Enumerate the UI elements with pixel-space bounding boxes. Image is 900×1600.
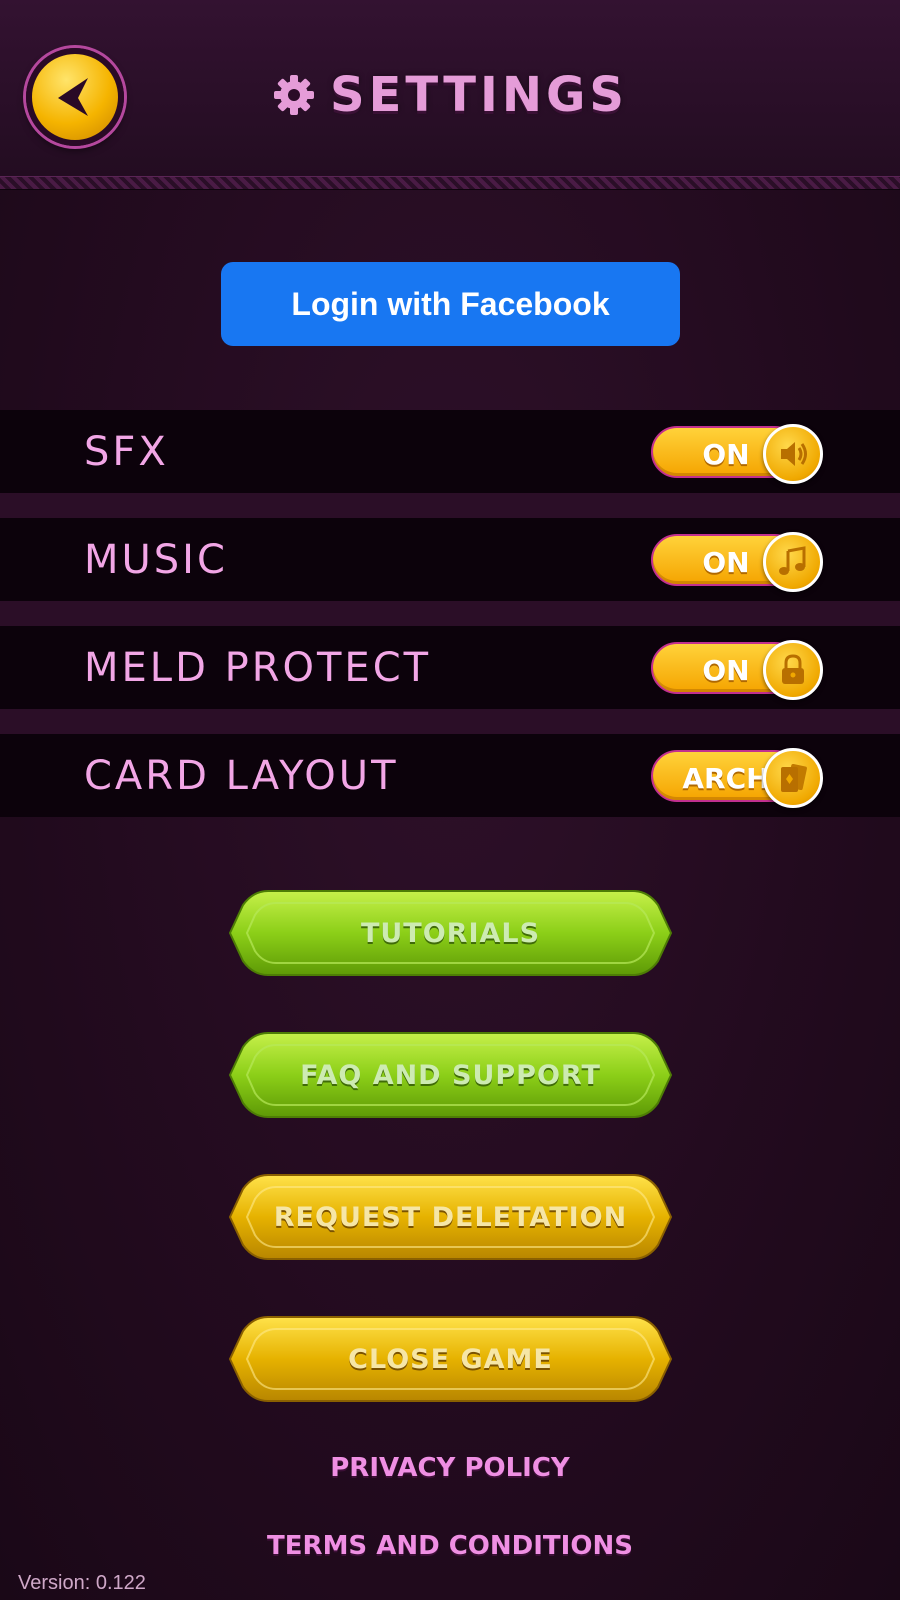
page-title: SETTINGS — [330, 67, 628, 123]
speaker-icon — [781, 442, 807, 466]
row-divider — [0, 493, 900, 518]
setting-label: MELD PROTECT — [84, 644, 432, 691]
meld-protect-toggle[interactable]: ON — [651, 640, 823, 700]
toggle-knob — [763, 532, 823, 592]
row-divider — [0, 709, 900, 734]
button-label: CLOSE GAME — [348, 1343, 553, 1375]
button-label: FAQ AND SUPPORT — [300, 1059, 601, 1091]
toggle-knob — [763, 424, 823, 484]
setting-label: CARD LAYOUT — [84, 752, 399, 799]
faq-support-button[interactable]: FAQ AND SUPPORT — [228, 1029, 673, 1121]
setting-label: MUSIC — [84, 536, 228, 583]
button-label: TUTORIALS — [360, 917, 541, 949]
page-header: SETTINGS — [0, 60, 900, 130]
facebook-login-button[interactable]: Login with Facebook — [221, 262, 680, 346]
music-toggle[interactable]: ON — [651, 532, 823, 592]
privacy-policy-link[interactable]: PRIVACY POLICY — [0, 1448, 900, 1488]
setting-row-meld-protect: MELD PROTECT ON — [0, 626, 900, 709]
cards-icon — [781, 763, 807, 792]
toggle-knob — [763, 748, 823, 808]
terms-conditions-link[interactable]: TERMS AND CONDITIONS — [0, 1526, 900, 1566]
button-label: REQUEST DELETATION — [273, 1201, 628, 1233]
close-game-button[interactable]: CLOSE GAME — [228, 1313, 673, 1405]
lock-icon — [782, 654, 804, 684]
tutorials-button[interactable]: TUTORIALS — [228, 887, 673, 979]
toggle-knob — [763, 640, 823, 700]
version-text: Version: 0.122 — [18, 1572, 146, 1594]
card-layout-toggle[interactable]: ARCH — [651, 748, 823, 808]
row-divider — [0, 601, 900, 626]
request-deletion-button[interactable]: REQUEST DELETATION — [228, 1171, 673, 1263]
gear-icon — [274, 75, 315, 115]
music-note-icon — [779, 546, 806, 575]
setting-row-card-layout: CARD LAYOUT ARCH — [0, 734, 900, 817]
setting-label: SFX — [84, 428, 169, 475]
sfx-toggle[interactable]: ON — [651, 424, 823, 484]
setting-row-sfx: SFX ON — [0, 410, 900, 493]
header-divider — [0, 176, 900, 190]
setting-row-music: MUSIC ON — [0, 518, 900, 601]
